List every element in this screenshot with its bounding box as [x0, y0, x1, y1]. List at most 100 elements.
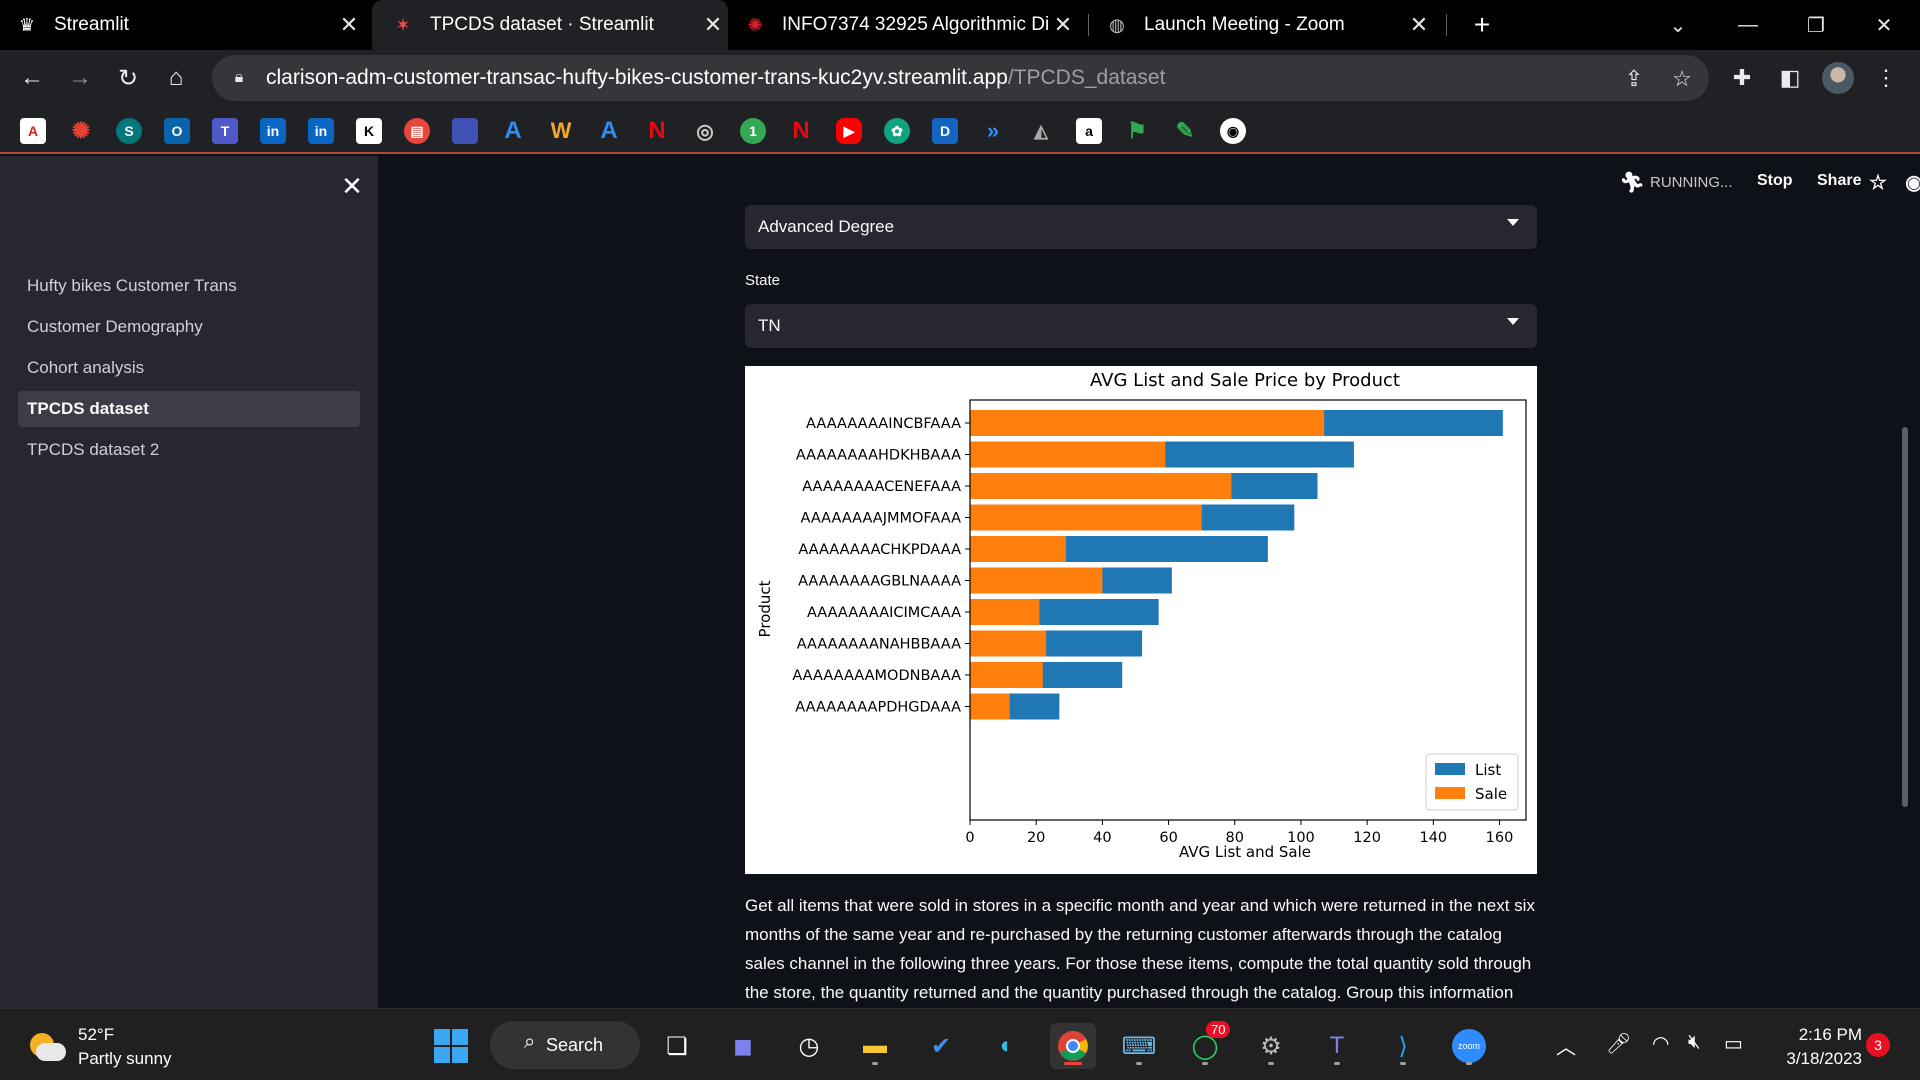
- notification-badge[interactable]: 3: [1866, 1033, 1890, 1057]
- task-view-icon[interactable]: ❏: [654, 1023, 700, 1069]
- settings-icon[interactable]: ⚙: [1248, 1023, 1294, 1069]
- tab-zoom[interactable]: ◍ Launch Meeting - Zoom ✕: [1104, 0, 1434, 50]
- chrome-icon[interactable]: [1050, 1023, 1096, 1069]
- sidebar-item-tpcds-dataset[interactable]: TPCDS dataset: [18, 391, 360, 427]
- tab-info7374[interactable]: ✺ INFO7374 32925 Algorithmic Dig ✕: [742, 0, 1078, 50]
- linkedin-icon[interactable]: in: [260, 118, 286, 144]
- gear-red-icon[interactable]: ✺: [68, 118, 94, 144]
- chevron-up-icon[interactable]: ︿: [1556, 1031, 1576, 1060]
- teams-chat-icon[interactable]: ◼: [720, 1023, 766, 1069]
- legend-label-sale: Sale: [1475, 785, 1507, 803]
- scrollbar-thumb[interactable]: [1902, 427, 1908, 807]
- anaconda-icon[interactable]: ◎: [692, 118, 718, 144]
- pen-icon[interactable]: ✎: [1172, 118, 1198, 144]
- todo-icon[interactable]: ✔: [918, 1023, 964, 1069]
- star-icon[interactable]: ☆: [1864, 168, 1892, 196]
- amazon-icon[interactable]: a: [1076, 118, 1102, 144]
- flag-icon[interactable]: ⚑: [1124, 118, 1150, 144]
- y-tick-label: AAAAAAAACHKPDAAA: [798, 542, 961, 558]
- sharepoint-icon[interactable]: S: [116, 118, 142, 144]
- sidebar-item-customer-demography[interactable]: Customer Demography: [18, 309, 360, 345]
- close-tab-icon[interactable]: ✕: [1404, 12, 1434, 38]
- clock-app-icon[interactable]: ◷: [786, 1023, 832, 1069]
- one-icon[interactable]: 1: [740, 118, 766, 144]
- sidebar-nav: Hufty bikes Customer Trans Customer Demo…: [18, 268, 360, 473]
- tab-tpcds-dataset[interactable]: ✶ TPCDS dataset · Streamlit ✕: [372, 0, 728, 50]
- state-select[interactable]: TN: [745, 304, 1537, 348]
- browser-toolbar: ← → ↻ ⌂ 🔒︎ clarison-adm-customer-transac…: [0, 50, 1920, 106]
- back-icon[interactable]: ←: [12, 58, 52, 98]
- linkedin-icon-2[interactable]: in: [308, 118, 334, 144]
- azure-icon-2[interactable]: A: [596, 117, 622, 144]
- workday-icon[interactable]: W: [548, 118, 574, 144]
- sidebar-item-cohort-analysis[interactable]: Cohort analysis: [18, 350, 360, 386]
- y-tick-label: AAAAAAAAMODNBAAA: [792, 668, 961, 684]
- forward-icon[interactable]: →: [60, 58, 100, 98]
- bar-sale-6: [970, 599, 1040, 625]
- home-icon[interactable]: ⌂: [156, 58, 196, 98]
- sidebar-item-tpcds-dataset-2[interactable]: TPCDS dataset 2: [18, 432, 360, 468]
- state-select-value: TN: [758, 316, 781, 335]
- github-icon[interactable]: ◉: [1900, 168, 1920, 196]
- netflix-icon[interactable]: N: [788, 117, 814, 144]
- battery-icon[interactable]: ▭: [1724, 1031, 1743, 1056]
- wifi-icon[interactable]: ◠: [1652, 1031, 1669, 1056]
- close-sidebar-icon[interactable]: ✕: [336, 170, 368, 202]
- chart-bars: [970, 410, 1503, 720]
- close-tab-icon[interactable]: ✕: [698, 12, 728, 38]
- reload-icon[interactable]: ↻: [108, 58, 148, 98]
- share-page-icon[interactable]: ⇪: [1618, 63, 1650, 95]
- extensions-icon[interactable]: ✚: [1722, 58, 1762, 98]
- d-icon[interactable]: D: [932, 118, 958, 144]
- clock[interactable]: 2:16 PM 3/18/2023: [1766, 1023, 1862, 1071]
- tab-search-icon[interactable]: ⌄: [1650, 0, 1706, 50]
- adobe-icon[interactable]: A: [20, 118, 46, 144]
- edge-icon[interactable]: ◐: [984, 1023, 1030, 1069]
- weather-widget[interactable]: 52°F Partly sunny: [26, 1023, 172, 1071]
- share-button[interactable]: Share: [1817, 172, 1861, 190]
- azure-devops-icon[interactable]: »: [980, 118, 1006, 144]
- address-bar[interactable]: 🔒︎ clarison-adm-customer-transac-hufty-b…: [212, 55, 1709, 101]
- azure-icon[interactable]: A: [500, 117, 526, 144]
- taskbar-search[interactable]: ⌕ Search: [490, 1021, 640, 1069]
- window-close-icon[interactable]: ✕: [1856, 0, 1912, 50]
- github-icon[interactable]: ◉: [1220, 118, 1246, 144]
- chart-y-tick-labels: AAAAAAAAINCBFAAA AAAAAAAAHDKHBAAA AAAAAAAA…: [792, 416, 970, 716]
- new-tab-button[interactable]: +: [1462, 0, 1502, 50]
- outlook-icon[interactable]: O: [164, 118, 190, 144]
- hat-icon[interactable]: ◭: [1028, 118, 1054, 144]
- side-panel-icon[interactable]: ◧: [1770, 58, 1810, 98]
- vscode-icon[interactable]: ⟩: [1380, 1023, 1426, 1069]
- bookmark-star-icon[interactable]: ☆: [1666, 63, 1698, 95]
- teams-icon[interactable]: T: [1314, 1023, 1360, 1069]
- news-icon[interactable]: ▤: [404, 118, 430, 144]
- bar-sale-9: [970, 693, 1010, 720]
- close-tab-icon[interactable]: ✕: [334, 12, 364, 38]
- browser-tab-strip: ♛ Streamlit ✕ ✶ TPCDS dataset · Streamli…: [0, 0, 1920, 50]
- k-icon[interactable]: K: [356, 118, 382, 144]
- whatsapp-icon[interactable]: ◯ 70: [1182, 1021, 1231, 1069]
- speaker-muted-icon[interactable]: 🔇︎: [1688, 1031, 1701, 1054]
- blue-square-icon[interactable]: [452, 118, 478, 144]
- teams-icon[interactable]: T: [212, 118, 238, 144]
- chatgpt-icon[interactable]: ✿: [884, 118, 910, 144]
- netflix-n-icon[interactable]: N: [644, 117, 670, 144]
- youtube-icon[interactable]: ▶: [836, 118, 862, 144]
- profile-avatar[interactable]: [1822, 62, 1854, 94]
- bar-sale-8: [970, 662, 1043, 688]
- microphone-icon[interactable]: 🎤︎: [1606, 1031, 1631, 1056]
- browser-menu-icon[interactable]: ⋮: [1866, 58, 1906, 98]
- education-select[interactable]: Advanced Degree: [745, 205, 1537, 249]
- sidebar-item-hufty-bikes[interactable]: Hufty bikes Customer Trans: [18, 268, 360, 304]
- search-icon: ⌕: [524, 1031, 536, 1053]
- file-explorer-icon[interactable]: ▬: [852, 1023, 898, 1069]
- minimize-icon[interactable]: —: [1720, 0, 1776, 50]
- tab-streamlit[interactable]: ♛ Streamlit ✕: [14, 0, 364, 50]
- education-select-value: Advanced Degree: [758, 217, 895, 236]
- close-tab-icon[interactable]: ✕: [1048, 12, 1078, 38]
- keyboard-app-icon[interactable]: ⌨: [1116, 1023, 1162, 1069]
- windows-start-icon[interactable]: [428, 1023, 474, 1069]
- stop-button[interactable]: Stop: [1757, 172, 1793, 190]
- zoom-icon[interactable]: zoom: [1446, 1023, 1492, 1069]
- restore-icon[interactable]: ❐: [1788, 0, 1844, 50]
